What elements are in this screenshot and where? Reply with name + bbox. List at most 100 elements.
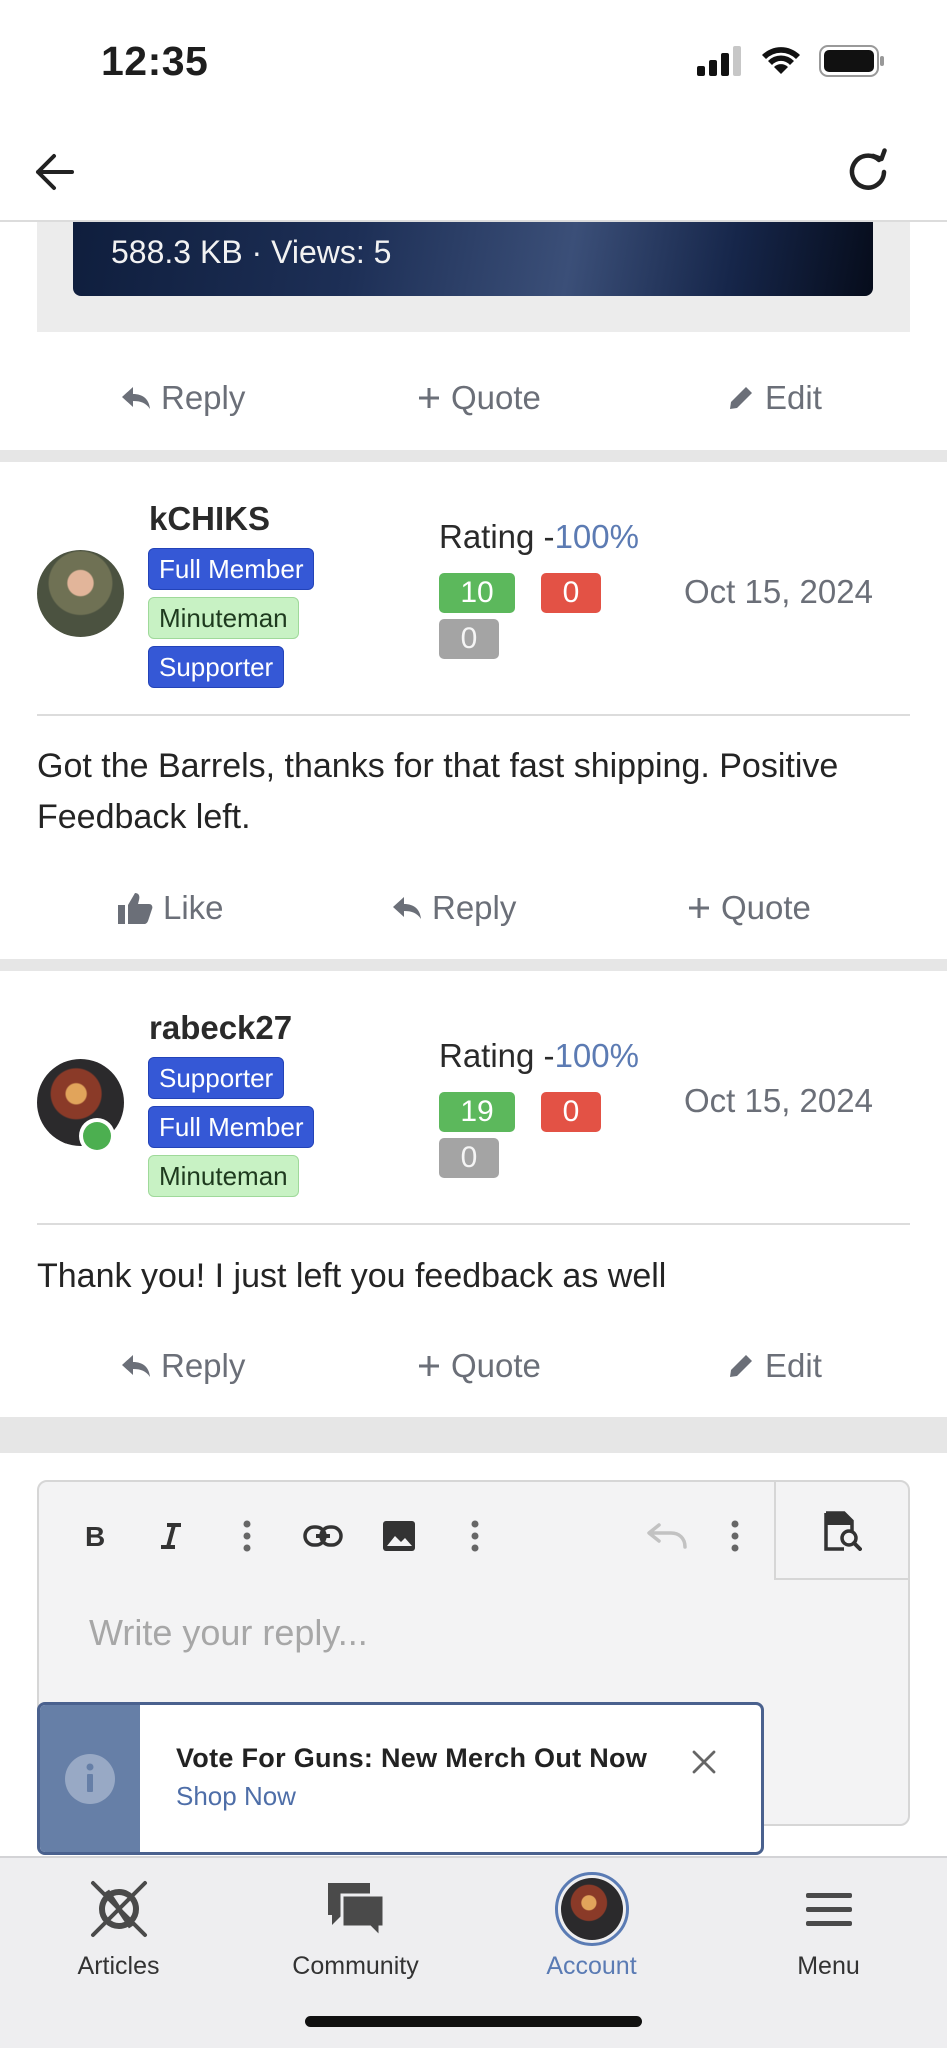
reply-icon — [393, 897, 421, 919]
tab-menu[interactable]: Menu — [710, 1858, 947, 2008]
attachment-container: 588.3 KB · Views: 5 — [37, 222, 910, 332]
user-badge: Supporter — [148, 646, 285, 688]
reply-button[interactable]: Reply — [121, 379, 245, 417]
edit-button[interactable]: Edit — [727, 1347, 822, 1385]
articles-tab-icon — [87, 1876, 151, 1942]
edit-button[interactable]: Edit — [727, 379, 822, 417]
status-bar: 12:35 — [0, 0, 947, 124]
attachment-meta: 588.3 KB · Views: 5 — [111, 234, 392, 270]
like-label: Like — [163, 889, 224, 926]
post-body: Got the Barrels, thanks for that fast sh… — [37, 747, 839, 836]
thumbs-up-icon — [118, 893, 153, 924]
post-actions: Like Reply Quote — [37, 872, 910, 944]
user-badge: Full Member — [148, 548, 315, 590]
negative-count: 0 — [541, 1092, 601, 1132]
quote-button[interactable]: Quote — [417, 1347, 541, 1385]
bold-button[interactable]: B — [69, 1510, 121, 1562]
quote-label: Quote — [721, 889, 811, 926]
user-badge: Minuteman — [148, 1155, 299, 1197]
italic-icon — [161, 1523, 181, 1549]
toast-close-button[interactable] — [687, 1745, 721, 1779]
post-actions: Reply Quote Edit — [37, 362, 910, 434]
positive-count: 19 — [439, 1092, 515, 1132]
image-icon — [383, 1521, 415, 1551]
chat-bubbles-icon — [327, 1883, 385, 1939]
tab-articles[interactable]: Articles — [0, 1858, 237, 2008]
attachment-image[interactable]: 588.3 KB · Views: 5 — [73, 222, 873, 296]
status-time: 12:35 — [101, 38, 209, 84]
username[interactable]: rabeck27 — [149, 1009, 292, 1047]
link-button[interactable] — [297, 1510, 349, 1562]
image-button[interactable] — [373, 1510, 425, 1562]
signal-icon — [697, 46, 741, 76]
quote-button[interactable]: Quote — [687, 889, 811, 927]
username[interactable]: kCHIKS — [149, 500, 270, 538]
wifi-icon — [762, 47, 800, 74]
community-tab-icon — [324, 1876, 388, 1942]
reply-button[interactable]: Reply — [392, 889, 516, 927]
preview-button[interactable] — [774, 1482, 908, 1580]
neutral-count: 0 — [439, 619, 499, 659]
more-icon — [243, 1520, 251, 1552]
post-date[interactable]: Oct 15, 2024 — [684, 573, 873, 611]
reply-label: Reply — [432, 889, 517, 926]
edit-label: Edit — [765, 1347, 822, 1384]
tab-community[interactable]: Community — [237, 1858, 474, 2008]
plus-icon — [419, 388, 439, 408]
more-icon — [731, 1520, 739, 1552]
rating-label: Rating -100% — [439, 1037, 639, 1074]
toast-info-panel — [40, 1705, 140, 1852]
rating-label: Rating -100% — [439, 518, 639, 555]
toast-title: Vote For Guns: New Merch Out Now — [176, 1743, 648, 1773]
post-actions: Reply Quote Edit — [37, 1330, 910, 1402]
notice-toast[interactable]: Vote For Guns: New Merch Out Now Shop No… — [37, 1702, 764, 1855]
reply-label: Reply — [161, 379, 246, 416]
divider — [37, 714, 910, 716]
like-button[interactable]: Like — [117, 889, 224, 927]
account-avatar — [554, 1872, 629, 1946]
more-button[interactable] — [709, 1510, 761, 1562]
tab-label: Community — [292, 1952, 419, 1980]
italic-button[interactable] — [145, 1510, 197, 1562]
tab-label: Menu — [797, 1952, 860, 1980]
hamburger-icon — [805, 1893, 852, 1926]
pencil-icon — [730, 1355, 752, 1377]
reply-button[interactable]: Reply — [121, 1347, 245, 1385]
battery-icon — [819, 45, 884, 77]
post-separator — [0, 450, 947, 462]
home-indicator[interactable] — [305, 2016, 642, 2027]
tab-account[interactable]: Account — [473, 1858, 710, 2008]
preview-icon — [824, 1511, 862, 1551]
arrow-left-icon — [36, 154, 74, 190]
negative-count: 0 — [541, 573, 601, 613]
more-button[interactable] — [449, 1510, 501, 1562]
tab-label: Articles — [77, 1952, 160, 1980]
back-button[interactable] — [24, 142, 84, 202]
post-body: Thank you! I just left you feedback as w… — [37, 1257, 667, 1295]
plus-icon — [419, 1356, 439, 1376]
reply-input[interactable]: Write your reply... — [89, 1612, 368, 1654]
undo-icon — [647, 1523, 687, 1549]
reply-label: Reply — [161, 1347, 246, 1384]
svg-text:B: B — [85, 1522, 105, 1550]
avatar[interactable] — [37, 550, 124, 637]
thread-content[interactable]: 588.3 KB · Views: 5 Reply Quote Edit kCH… — [0, 222, 947, 1856]
neutral-count: 0 — [439, 1138, 499, 1178]
plus-icon — [689, 898, 709, 918]
user-badge: Supporter — [148, 1057, 285, 1099]
info-icon — [65, 1753, 115, 1804]
refresh-icon — [849, 148, 887, 190]
quote-label: Quote — [451, 1347, 541, 1384]
status-icons — [697, 45, 885, 77]
quote-button[interactable]: Quote — [417, 379, 541, 417]
undo-button[interactable] — [641, 1510, 693, 1562]
shop-now-link[interactable]: Shop Now — [176, 1781, 296, 1812]
post-date[interactable]: Oct 15, 2024 — [684, 1082, 873, 1120]
more-button[interactable] — [221, 1510, 273, 1562]
reply-icon — [122, 387, 150, 409]
divider — [37, 1223, 910, 1225]
refresh-button[interactable] — [838, 142, 898, 202]
edit-label: Edit — [765, 379, 822, 416]
app-header — [0, 124, 947, 222]
post-separator — [0, 1417, 947, 1453]
